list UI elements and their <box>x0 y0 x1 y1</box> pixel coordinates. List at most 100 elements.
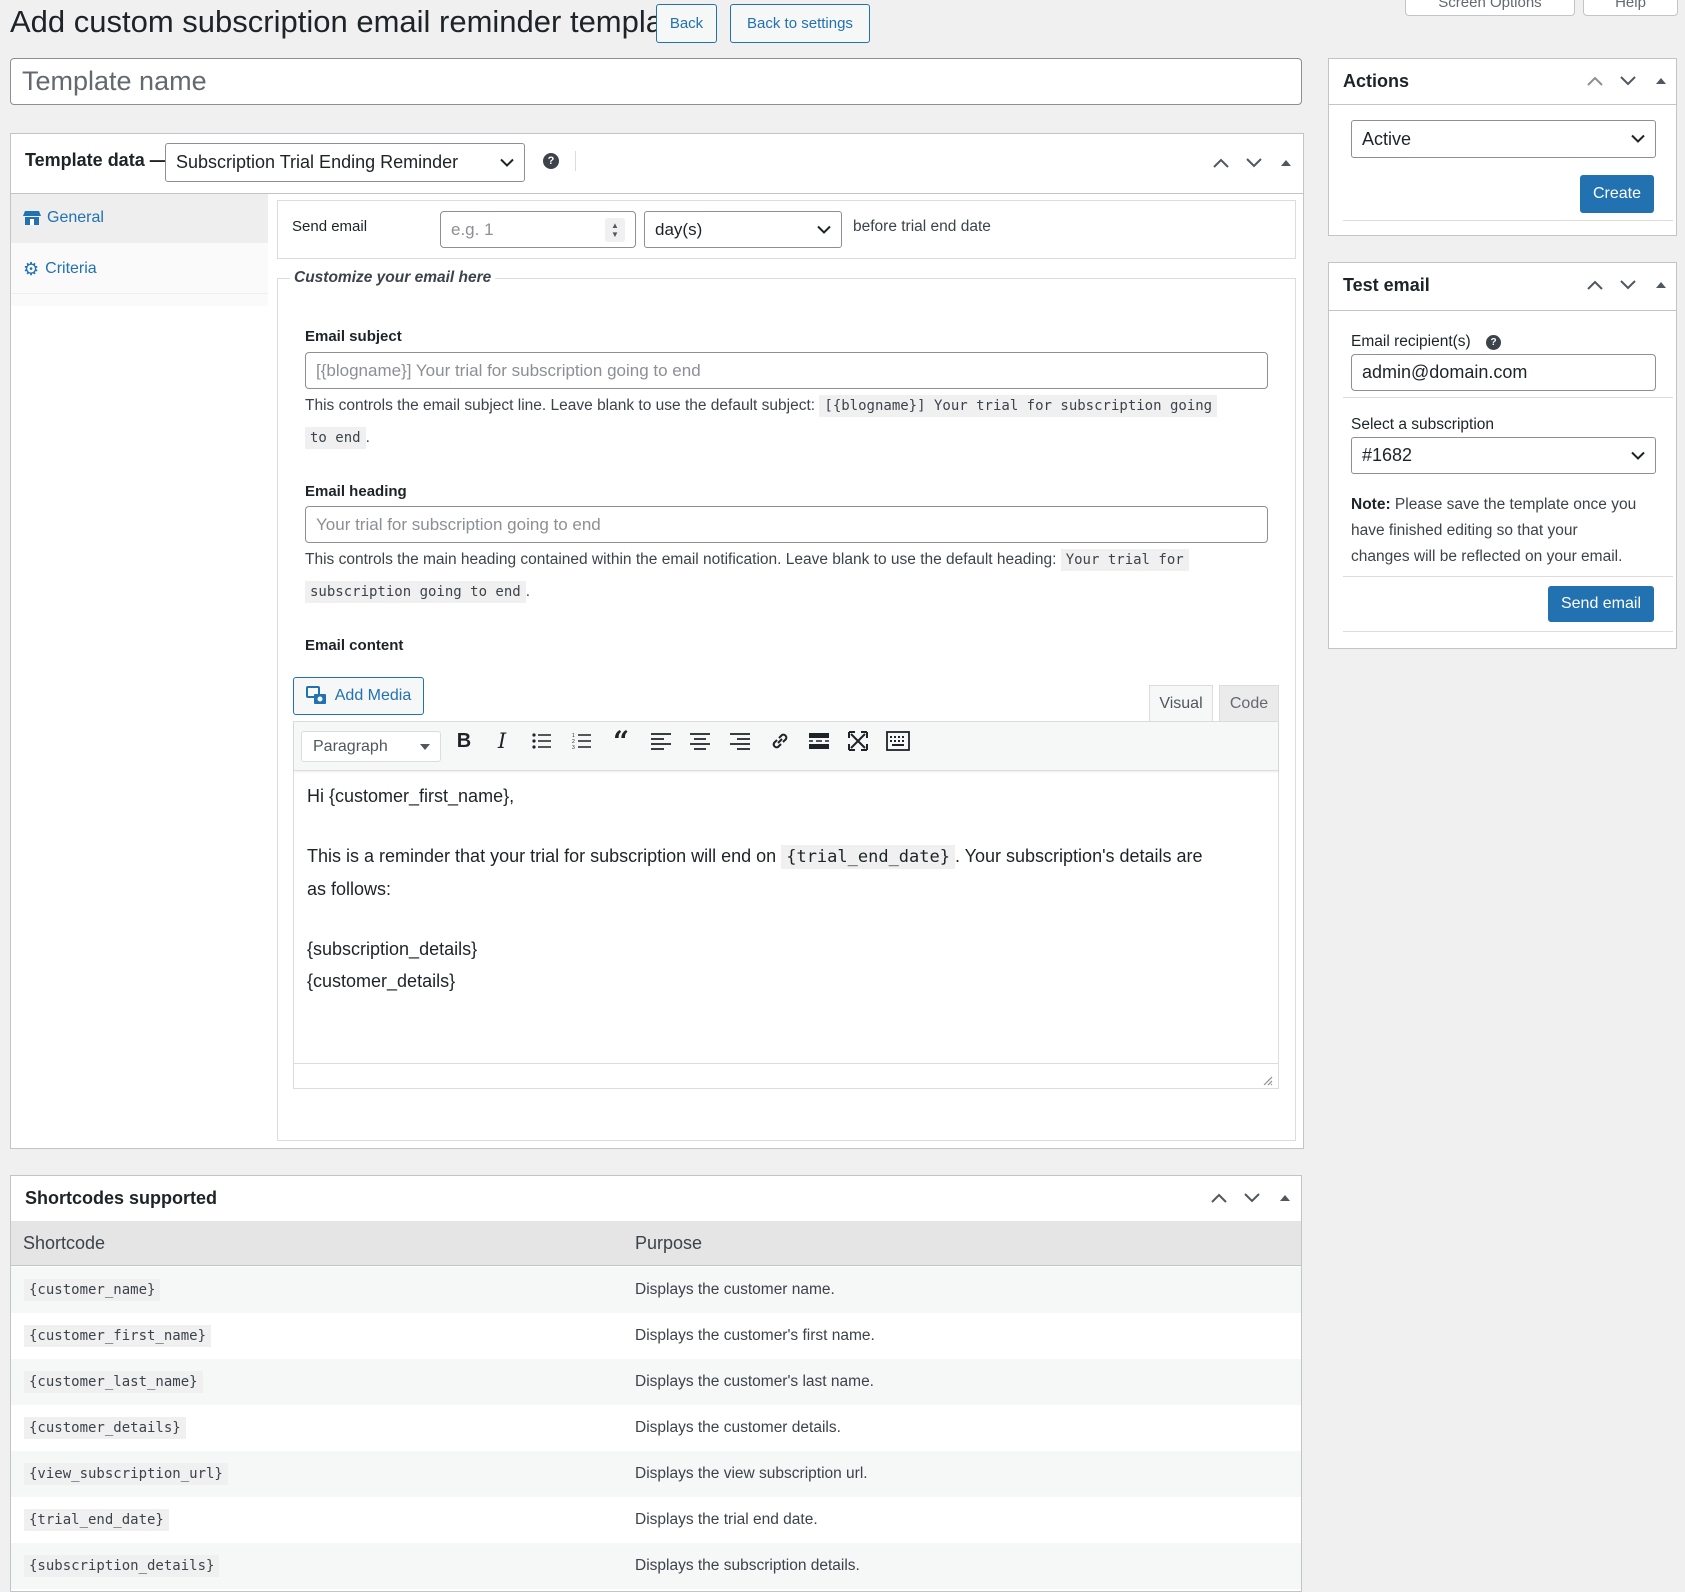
chevron-down-icon <box>1631 134 1645 143</box>
tab-general-label: General <box>47 209 104 226</box>
email-heading-placeholder: Your trial for subscription going to end <box>316 514 601 534</box>
col-purpose-header: Purpose <box>635 1233 703 1253</box>
format-value: Paragraph <box>313 737 388 755</box>
template-name-placeholder: Template name <box>22 66 207 96</box>
add-media-button[interactable]: Add Media <box>293 677 424 715</box>
align-left-icon[interactable] <box>645 725 677 757</box>
add-media-label: Add Media <box>334 687 412 704</box>
tab-criteria-label: Criteria <box>45 260 97 277</box>
align-center-icon[interactable] <box>684 725 716 757</box>
subscription-select[interactable]: #1682 <box>1351 437 1656 474</box>
tab-visual[interactable]: Visual <box>1149 685 1213 722</box>
editor-statusbar <box>294 1063 1278 1089</box>
col-shortcode-header: Shortcode <box>23 1233 106 1253</box>
svg-text:3: 3 <box>572 745 575 750</box>
template-type-select[interactable]: Subscription Trial Ending Reminder <box>165 143 525 182</box>
back-to-settings-button[interactable]: Back to settings <box>730 4 870 43</box>
purpose-cell: Displays the customer details. <box>635 1419 841 1436</box>
shortcode-cell: {customer_name} <box>24 1279 161 1301</box>
send-email-unit-value: day(s) <box>655 219 703 239</box>
tab-criteria[interactable]: ⚙ Criteria <box>11 245 268 294</box>
italic-icon[interactable]: I <box>486 725 518 757</box>
content-reminder-text: This is a reminder that your trial for s… <box>307 846 777 866</box>
recipient-value: admin@domain.com <box>1362 362 1528 382</box>
editor-content[interactable]: Hi {customer_first_name}, This is a remi… <box>307 780 1267 997</box>
send-email-button[interactable]: Send email <box>1548 586 1654 622</box>
numbered-list-icon[interactable]: 123 <box>566 725 598 757</box>
send-email-unit-select[interactable]: day(s) <box>644 211 842 248</box>
shortcode-cell: {trial_end_date} <box>24 1509 169 1531</box>
email-content-label: Email content <box>305 637 404 654</box>
send-email-number-input[interactable]: e.g. 1 ▲ ▼ <box>440 211 636 248</box>
collapse-toggle-icon[interactable] <box>1274 1187 1296 1209</box>
email-subject-default-cont: to end <box>305 427 366 449</box>
actions-footer-divider <box>1343 220 1673 221</box>
move-down-icon[interactable] <box>1617 274 1639 296</box>
shortcode-cell: {customer_first_name} <box>24 1325 212 1347</box>
tab-general[interactable]: General <box>11 194 268 243</box>
bold-icon[interactable]: B <box>448 725 480 757</box>
email-heading-desc-end: . <box>525 583 531 600</box>
recipient-label: Email recipient(s) <box>1351 333 1471 350</box>
move-up-icon[interactable] <box>1584 70 1606 92</box>
media-icon <box>305 686 326 704</box>
recipient-input[interactable]: admin@domain.com <box>1351 354 1656 391</box>
purpose-cell: Displays the view subscription url. <box>635 1465 868 1482</box>
table-row: {customer_details} Displays the customer… <box>11 1405 1301 1451</box>
move-down-icon[interactable] <box>1241 1187 1263 1209</box>
spinner-icon[interactable]: ▲ ▼ <box>605 218 625 242</box>
toolbar-toggle-icon[interactable] <box>882 725 914 757</box>
table-row: {customer_first_name} Displays the custo… <box>11 1313 1301 1359</box>
format-select[interactable]: Paragraph <box>301 731 441 762</box>
test-email-title: Test email <box>1343 275 1430 295</box>
collapse-toggle-icon[interactable] <box>1650 274 1672 296</box>
resize-handle-icon[interactable] <box>1261 1073 1273 1086</box>
template-name-input[interactable]: Template name <box>10 58 1302 105</box>
collapse-toggle-icon[interactable] <box>1275 152 1297 174</box>
move-up-icon[interactable] <box>1210 152 1232 174</box>
email-heading-input[interactable]: Your trial for subscription going to end <box>305 506 1268 543</box>
shortcode-cell: {view_subscription_url} <box>24 1463 228 1485</box>
content-reminder-text-after: . Your subscription's details are <box>954 846 1203 866</box>
help-icon[interactable]: ? <box>1486 335 1501 350</box>
purpose-cell: Displays the trial end date. <box>635 1511 818 1528</box>
email-heading-desc-text: This controls the main heading contained… <box>305 551 1057 568</box>
create-button[interactable]: Create <box>1580 175 1654 213</box>
move-down-icon[interactable] <box>1243 152 1265 174</box>
content-line-customer-details: {customer_details} <box>307 971 456 991</box>
test-email-note: Note: Please save the template once you … <box>1351 492 1661 570</box>
bulleted-list-icon[interactable] <box>526 725 558 757</box>
table-row: {subscription_details} Displays the subs… <box>11 1543 1301 1589</box>
blockquote-icon[interactable]: “ <box>605 725 637 758</box>
collapse-toggle-icon[interactable] <box>1650 70 1672 92</box>
note-line-3: changes will be reflected on your email. <box>1351 548 1623 565</box>
tab-code[interactable]: Code <box>1219 685 1279 722</box>
fullscreen-icon[interactable] <box>842 725 874 757</box>
email-subject-input[interactable]: [{blogname}] Your trial for subscription… <box>305 352 1268 389</box>
help-tab[interactable]: Help <box>1583 0 1678 16</box>
page-title: Add custom subscription email reminder t… <box>10 4 689 39</box>
email-heading-default-cont: subscription going to end <box>305 581 526 603</box>
content-line-greeting: Hi {customer_first_name}, <box>307 786 515 806</box>
note-line-1: Please save the template once you <box>1394 496 1637 513</box>
shortcode-cell: {subscription_details} <box>24 1555 220 1577</box>
test-email-divider-1 <box>1343 397 1673 398</box>
screen-options-tab[interactable]: Screen Options <box>1405 0 1575 16</box>
email-heading-default: Your trial for <box>1060 549 1189 571</box>
move-down-icon[interactable] <box>1617 70 1639 92</box>
header-divider <box>575 151 576 171</box>
read-more-icon[interactable] <box>803 725 835 757</box>
help-icon[interactable]: ? <box>543 153 559 169</box>
chevron-down-icon <box>500 158 514 167</box>
link-icon[interactable] <box>764 725 796 757</box>
purpose-cell: Displays the customer name. <box>635 1281 835 1298</box>
table-row: {customer_last_name} Displays the custom… <box>11 1359 1301 1405</box>
back-button[interactable]: Back <box>656 4 717 43</box>
shortcodes-title: Shortcodes supported <box>25 1188 218 1208</box>
align-right-icon[interactable] <box>724 725 756 757</box>
test-email-divider-2 <box>1343 576 1673 577</box>
status-select[interactable]: Active <box>1351 120 1656 158</box>
table-row: {customer_name} Displays the customer na… <box>11 1267 1301 1313</box>
move-up-icon[interactable] <box>1584 274 1606 296</box>
move-up-icon[interactable] <box>1208 1187 1230 1209</box>
